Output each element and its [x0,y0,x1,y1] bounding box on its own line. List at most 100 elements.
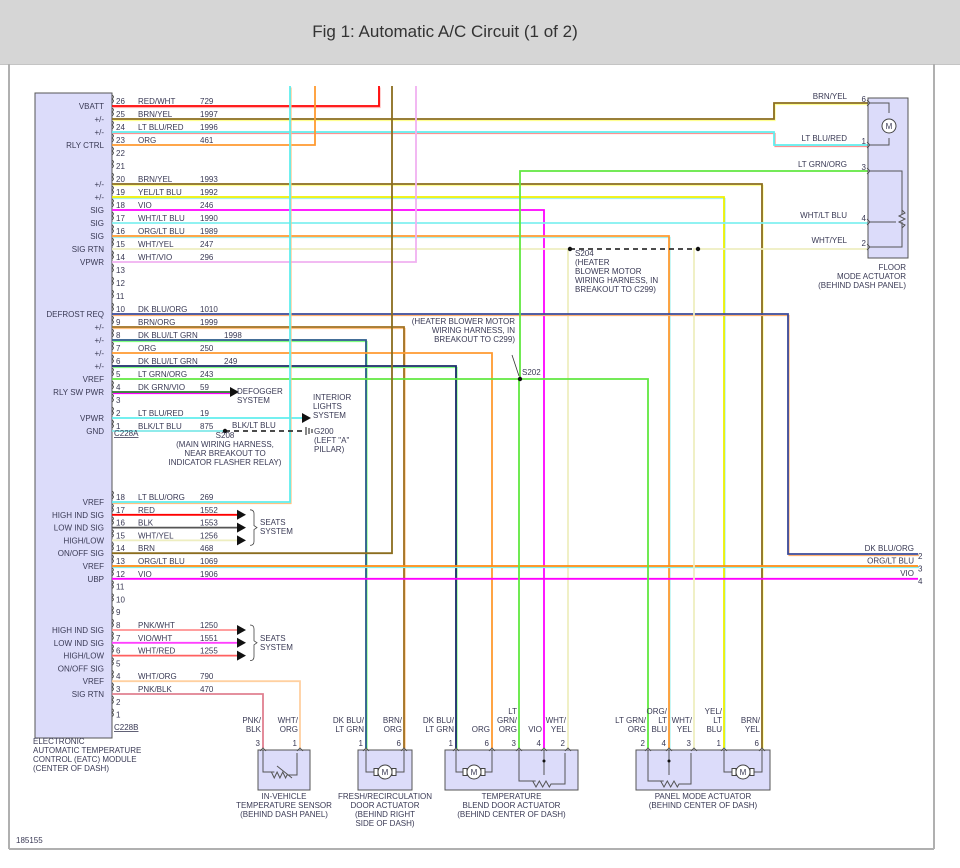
wire-color-label: WHT/YEL [138,531,174,540]
component-wire-label: WHT/YEL [811,236,847,245]
circuit-number: 249 [224,357,238,366]
pin-number: 2 [116,698,121,707]
pin-function: VREF [83,562,104,571]
pin-function: VREF [83,677,104,686]
component-wire-label: DK BLU/ [423,716,455,725]
interior-lights-label: SYSTEM [313,411,346,420]
s208-label: INDICATOR FLASHER RELAY) [169,458,282,467]
pin-number: 16 [116,519,125,528]
connector-name: C228A [114,429,139,438]
pin-number: 17 [116,214,125,223]
s202-note-label: BREAKOUT TO C299) [434,335,515,344]
wire-color-label: ORG [138,136,156,145]
component-wire-label: ORG [384,725,402,734]
pin-function: +/- [94,115,104,124]
pin-function: HIGH IND SIG [52,626,104,635]
component-pin-number: 1 [717,739,722,748]
pin-function: VREF [83,498,104,507]
pin-function: ON/OFF SIG [58,549,104,558]
pin-function: +/- [94,336,104,345]
component-pin-number: 4 [862,214,867,223]
continued-pin-number: 2 [918,552,923,561]
motor-symbol: M [382,768,389,777]
component-pin-number: 1 [449,739,454,748]
arrow-icon [237,522,246,533]
pin-number: 7 [116,634,121,643]
component-wire-label: LT GRN [425,725,454,734]
pin-number: 18 [116,493,125,502]
connector-row: 1 [111,708,121,720]
wire-panel-2 [520,378,649,748]
continued-pin-number: 4 [918,577,923,586]
blend-component: 1 DK BLU/LT GRN 6 ORG 3 LTGRN/ORG 4 VIO 2 WHT/YEL… [423,707,579,791]
module-label: ELECTRONIC [33,737,85,746]
blend-label: TEMPERATURE [482,792,542,801]
defogger-label: SYSTEM [237,396,270,405]
splice-dot [517,376,523,382]
wire-color-label: LT BLU/RED [138,123,184,132]
pin-function: SIG RTN [72,690,105,699]
s208-label: NEAR BREAKOUT TO [184,449,265,458]
circuit-number: 1997 [200,110,218,119]
pin-number: 8 [116,621,121,630]
wire-color-label: VIO [138,570,152,579]
wire-color-label: VIO/WHT [138,634,172,643]
splice-dot [695,246,701,252]
circuit-number: 1998 [224,331,242,340]
arrow-icon [237,625,246,635]
circuit-number: 1906 [200,570,218,579]
circuit-number: 246 [200,201,214,210]
pin-number: 23 [116,136,125,145]
module-label: AUTOMATIC TEMPERATURE [33,746,141,755]
pin-function: RLY SW PWR [53,388,104,397]
component-wire-label: BLK [246,725,262,734]
s204-label: WIRING HARNESS, IN [575,276,658,285]
floor-label: FLOOR [878,263,906,272]
wire-color-label: WHT/ORG [138,672,177,681]
circuit-number: 1989 [200,227,218,236]
wire-color-label: WHT/RED [138,647,176,656]
pin-number: 17 [116,506,125,515]
component-wire-label: YEL [551,725,567,734]
circuit-number: 1250 [200,621,218,630]
connector-row: 11 [111,580,125,592]
blend-label: BLEND DOOR ACTUATOR [463,801,561,810]
figure-number: 185155 [16,836,43,845]
module-label: (CENTER OF DASH) [33,764,109,773]
s204-label: S204 [575,249,594,258]
pin-number: 6 [116,647,121,656]
wire-color-label: BRN/YEL [138,175,173,184]
ground-icon [305,427,313,435]
pin-number: 10 [116,305,125,314]
wire-blend-3 [518,378,520,748]
pin-number: 9 [116,318,121,327]
circuit-number: 1999 [200,318,218,327]
pin-number: 21 [116,162,125,171]
component-wire-label: ORG [628,725,646,734]
wire-color-label: LT BLU/ORG [138,493,185,502]
circuit-number: 1010 [200,305,218,314]
pin-function: HIGH IND SIG [52,511,104,520]
wire-color-label: VIO [138,201,152,210]
component-wire-label: WHT/ [278,716,299,725]
pin-function: HIGH/LOW [64,652,105,661]
circuit-number: 19 [200,409,209,418]
leader-line [511,354,520,377]
component-wire-label: LT GRN [335,725,364,734]
pin-function: +/- [94,349,104,358]
component-pin-number: 6 [862,95,867,104]
wire-color-label: DK GRN/VIO [138,383,185,392]
interior-lights-label: INTERIOR [313,393,351,402]
pin-number: 26 [116,97,125,106]
circuit-number: 1996 [200,123,218,132]
continued-wire-label: DK BLU/ORG [865,544,914,553]
arrow-icon [237,650,246,661]
component-wire-label: ORG [472,725,490,734]
fresh-label: DOOR ACTUATOR [350,801,419,810]
wire-color-label: WHT/LT BLU [138,214,185,223]
wire-a18 [112,209,545,748]
pin-function: +/- [94,180,104,189]
component-wire-label: GRN/ [497,716,518,725]
continued-pin-number: 3 [918,565,923,574]
connector-row: 12 [111,276,125,288]
